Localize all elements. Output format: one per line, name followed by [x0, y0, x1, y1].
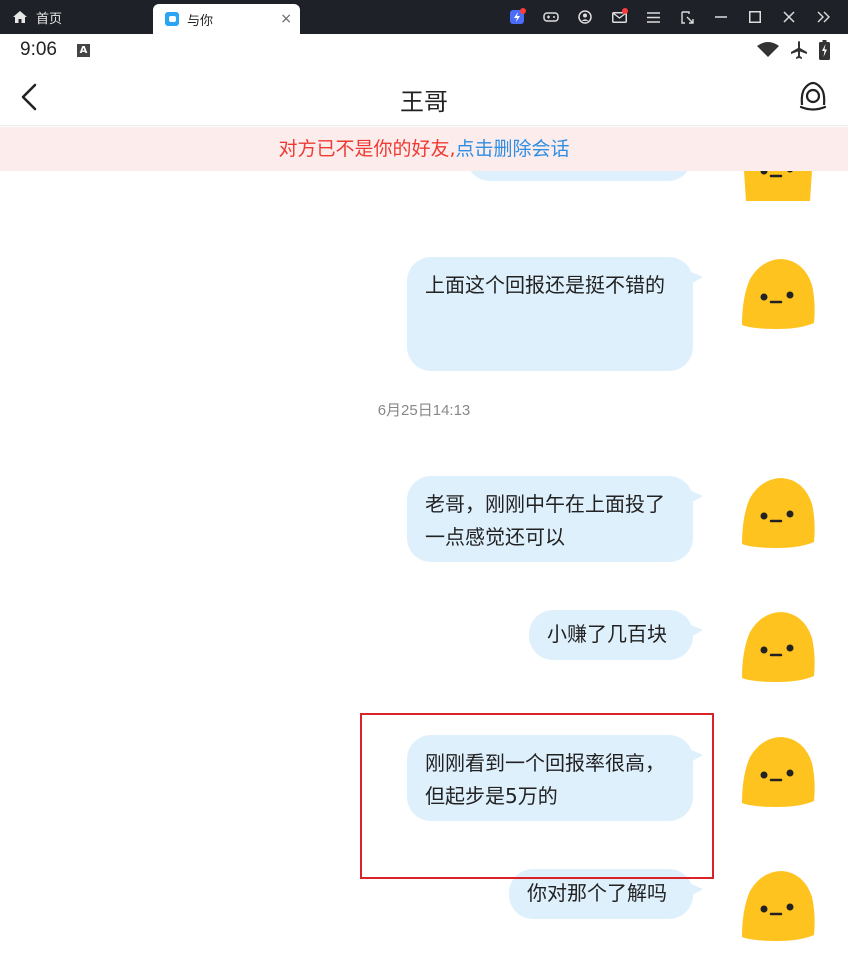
not-friend-warning: 对方已不是你的好友,: [278, 138, 456, 160]
app-icon: [165, 12, 179, 26]
status-icons: [757, 40, 830, 60]
message-text: 刚刚看到一个回报率很高，但起步是5万的: [425, 751, 665, 808]
delete-conversation-link[interactable]: 点击删除会话: [456, 138, 570, 160]
gamepad-icon[interactable]: [534, 0, 568, 34]
avatar[interactable]: [740, 610, 816, 682]
notification-dot: [520, 8, 526, 14]
menu-icon[interactable]: [636, 0, 670, 34]
message-list[interactable]: 上面这个回报还是挺不错的 6月25日14:13 老哥，刚刚中午在上面投了一点感觉…: [0, 127, 848, 960]
avatar[interactable]: [740, 869, 816, 941]
not-friend-banner: 对方已不是你的好友,点击删除会话: [0, 127, 848, 171]
airplane-mode-icon: [791, 41, 807, 59]
boost-icon[interactable]: [500, 0, 534, 34]
contact-name: 王哥: [400, 88, 448, 116]
restore-window-icon[interactable]: [670, 0, 704, 34]
emulator-title-bar: 首页 与你 ×: [0, 0, 848, 34]
chat-header: 王哥: [0, 68, 848, 126]
message-bubble[interactable]: 老哥，刚刚中午在上面投了一点感觉还可以: [407, 476, 703, 562]
account-icon[interactable]: [568, 0, 602, 34]
notification-a-icon: A: [77, 44, 90, 57]
tab-app-active[interactable]: 与你 ×: [153, 4, 300, 34]
status-time: 9:06: [20, 39, 57, 60]
avatar[interactable]: [740, 735, 816, 807]
message-bubble[interactable]: 你对那个了解吗: [509, 869, 703, 919]
tab-close-icon[interactable]: ×: [280, 11, 292, 27]
profile-icon[interactable]: [796, 79, 830, 113]
message-text: 上面这个回报还是挺不错的: [425, 273, 665, 297]
mail-notification-dot: [622, 8, 628, 14]
maximize-icon[interactable]: [738, 0, 772, 34]
battery-charging-icon: [819, 40, 830, 60]
minimize-icon[interactable]: [704, 0, 738, 34]
message-text: 你对那个了解吗: [527, 881, 667, 905]
message-timestamp: 6月25日14:13: [377, 402, 471, 419]
message-bubble[interactable]: 小赚了几百块: [529, 610, 703, 660]
close-window-icon[interactable]: [772, 0, 806, 34]
status-bar: 9:06 A: [0, 34, 848, 68]
tab-active-label: 与你: [187, 13, 214, 29]
message-text: 小赚了几百块: [547, 622, 667, 646]
avatar[interactable]: [740, 257, 816, 329]
message-text: 老哥，刚刚中午在上面投了一点感觉还可以: [425, 492, 665, 549]
message-bubble[interactable]: 上面这个回报还是挺不错的: [407, 257, 703, 371]
home-icon: [13, 11, 27, 23]
tab-home-label: 首页: [36, 11, 63, 27]
window-controls: [500, 0, 840, 34]
avatar[interactable]: [740, 476, 816, 548]
mail-icon[interactable]: [602, 0, 636, 34]
tab-home[interactable]: 首页: [12, 0, 62, 34]
wifi-icon: [757, 42, 779, 57]
expand-sidebar-icon[interactable]: [806, 0, 840, 34]
message-bubble[interactable]: 刚刚看到一个回报率很高，但起步是5万的: [407, 735, 703, 821]
